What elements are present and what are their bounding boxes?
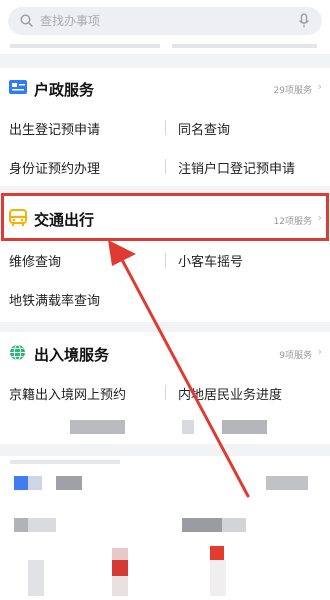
search-header: 查找办事项 [0, 0, 330, 44]
globe-icon [10, 344, 25, 361]
section-title: 出入境服务 [34, 346, 110, 364]
section-entry-exit-header[interactable]: 出入境服务 9项服务 › [0, 332, 330, 372]
section-household: 户政服务 29项服务 › 出生登记预申请 同名查询 身份证预约办理 注销户口登记… [0, 68, 330, 186]
blurred-content [222, 420, 267, 434]
blurred-content [182, 420, 194, 434]
divider [165, 159, 166, 174]
service-item[interactable]: 小客车摇号 [178, 251, 243, 270]
service-item[interactable]: 地铁满载率查询 [9, 290, 100, 309]
service-item[interactable]: 注销户口登记预申请 [178, 158, 295, 177]
service-item[interactable]: 同名查询 [178, 119, 230, 138]
service-item[interactable]: 京籍出入境网上预约 [9, 384, 126, 403]
service-item[interactable]: 维修查询 [9, 251, 61, 270]
service-item[interactable]: 身份证预约办理 [9, 158, 100, 177]
mic-icon[interactable] [298, 13, 310, 29]
blurred-content [70, 420, 125, 434]
section-title: 户政服务 [34, 81, 95, 99]
section-household-header[interactable]: 户政服务 29项服务 › [0, 68, 330, 108]
service-item[interactable]: 出生登记预申请 [9, 119, 100, 138]
service-item[interactable]: 内地居民业务进度 [178, 384, 282, 403]
divider [165, 385, 166, 400]
chevron-right-icon: › [317, 345, 322, 358]
divider [165, 120, 166, 135]
chevron-right-icon: › [317, 80, 322, 93]
service-count: 29项服务 [273, 86, 312, 96]
divider [165, 253, 166, 268]
blurred-section [0, 456, 330, 600]
id-card-icon [9, 80, 27, 94]
service-count: 9项服务 [279, 351, 312, 361]
blurred-content-strip [0, 44, 330, 54]
highlight-box [1, 193, 329, 241]
section-entry-exit: 出入境服务 9项服务 › 京籍出入境网上预约 内地居民业务进度 [0, 332, 330, 444]
search-input[interactable]: 查找办事项 [40, 7, 100, 35]
search-icon [20, 14, 33, 27]
search-bar[interactable]: 查找办事项 [8, 7, 322, 35]
